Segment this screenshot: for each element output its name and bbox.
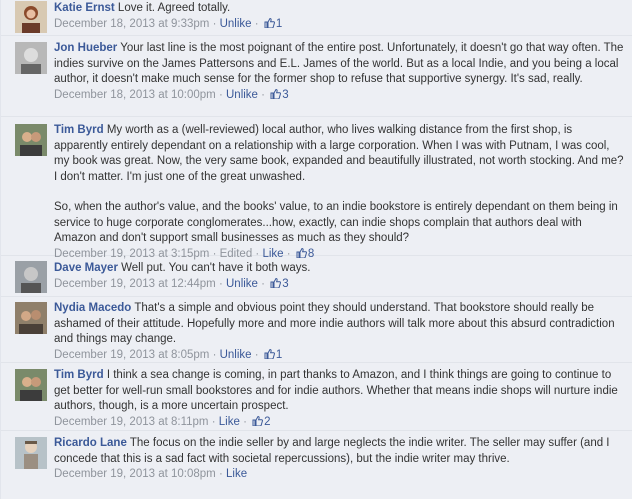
comment-author[interactable]: Nydia Macedo <box>54 302 131 314</box>
thumbs-up-icon <box>296 247 307 258</box>
avatar[interactable] <box>15 124 47 156</box>
comment-timestamp[interactable]: December 19, 2013 at 8:11pm <box>54 416 209 428</box>
comment-meta: December 18, 2013 at 9:33pm · Unlike · 1 <box>54 17 283 30</box>
comment-timestamp[interactable]: December 18, 2013 at 9:33pm <box>54 18 209 30</box>
like-count[interactable]: 2 <box>264 416 270 428</box>
thumbs-up-icon <box>270 88 282 99</box>
unlike-link[interactable]: Unlike <box>226 89 258 101</box>
like-count[interactable]: 1 <box>276 18 282 30</box>
comment-text: My worth as a (well-reviewed) local auth… <box>54 124 624 183</box>
like-link[interactable]: Like <box>219 416 240 428</box>
comment-author[interactable]: Jon Hueber <box>54 42 117 54</box>
comment-text: Love it. Agreed totally. <box>117 2 231 14</box>
comment-thread: Katie Ernst Love it. Agreed totally. Dec… <box>0 0 632 499</box>
like-count[interactable]: 3 <box>282 89 288 101</box>
avatar[interactable] <box>15 261 47 293</box>
unlike-link[interactable]: Unlike <box>220 349 252 361</box>
comment-text: The focus on the indie seller by and lar… <box>54 437 610 465</box>
comment-text: I think a sea change is coming, in part … <box>54 369 618 412</box>
comment: Ricardo Lane The focus on the indie sell… <box>1 432 632 499</box>
comment: Tim Byrd I think a sea change is coming,… <box>1 364 632 431</box>
thumbs-up-icon <box>252 415 264 426</box>
comment-meta: December 18, 2013 at 10:00pm · Unlike · … <box>54 88 289 101</box>
comment: Tim Byrd My worth as a (well-reviewed) l… <box>1 118 632 260</box>
comment-meta: December 19, 2013 at 8:05pm · Unlike · 1 <box>54 348 283 361</box>
comment-author[interactable]: Tim Byrd <box>54 369 104 381</box>
avatar[interactable] <box>15 437 47 469</box>
comment-timestamp[interactable]: December 19, 2013 at 10:08pm <box>54 468 216 480</box>
unlike-link[interactable]: Unlike <box>220 18 252 30</box>
unlike-link[interactable]: Unlike <box>226 278 258 290</box>
comment-timestamp[interactable]: December 19, 2013 at 8:05pm <box>54 349 209 361</box>
comment-text: Your last line is the most poignant of t… <box>54 42 624 85</box>
comment-text: Well put. You can't have it both ways. <box>121 262 311 274</box>
like-link[interactable]: Like <box>226 468 247 480</box>
thumbs-up-icon <box>264 17 275 28</box>
avatar[interactable] <box>15 1 47 33</box>
avatar[interactable] <box>15 302 47 334</box>
thumbs-up-icon <box>264 348 275 359</box>
comment-timestamp[interactable]: December 18, 2013 at 10:00pm <box>54 89 216 101</box>
thumbs-up-icon <box>270 277 282 288</box>
comment-text: So, when the author's value, and the boo… <box>54 201 618 244</box>
comment: Jon Hueber Your last line is the most po… <box>1 37 632 117</box>
comment: Katie Ernst Love it. Agreed totally. Dec… <box>1 0 632 36</box>
avatar[interactable] <box>15 42 47 74</box>
comment-meta: December 19, 2013 at 12:44pm · Unlike · … <box>54 277 289 290</box>
comment-meta: December 19, 2013 at 10:08pm · Like <box>54 468 248 480</box>
avatar[interactable] <box>15 369 47 401</box>
comment-text: That's a simple and obvious point they s… <box>54 302 615 345</box>
like-count[interactable]: 1 <box>276 349 282 361</box>
comment-author[interactable]: Dave Mayer <box>54 262 118 274</box>
comment-author[interactable]: Katie Ernst <box>54 2 115 14</box>
comment-author[interactable]: Ricardo Lane <box>54 437 127 449</box>
comment: Dave Mayer Well put. You can't have it b… <box>1 257 632 297</box>
like-count[interactable]: 3 <box>282 278 288 290</box>
comment-meta: December 19, 2013 at 8:11pm · Like · 2 <box>54 415 271 428</box>
comment-timestamp[interactable]: December 19, 2013 at 12:44pm <box>54 278 216 290</box>
comment-author[interactable]: Tim Byrd <box>54 124 104 136</box>
comment: Nydia Macedo That's a simple and obvious… <box>1 298 632 363</box>
